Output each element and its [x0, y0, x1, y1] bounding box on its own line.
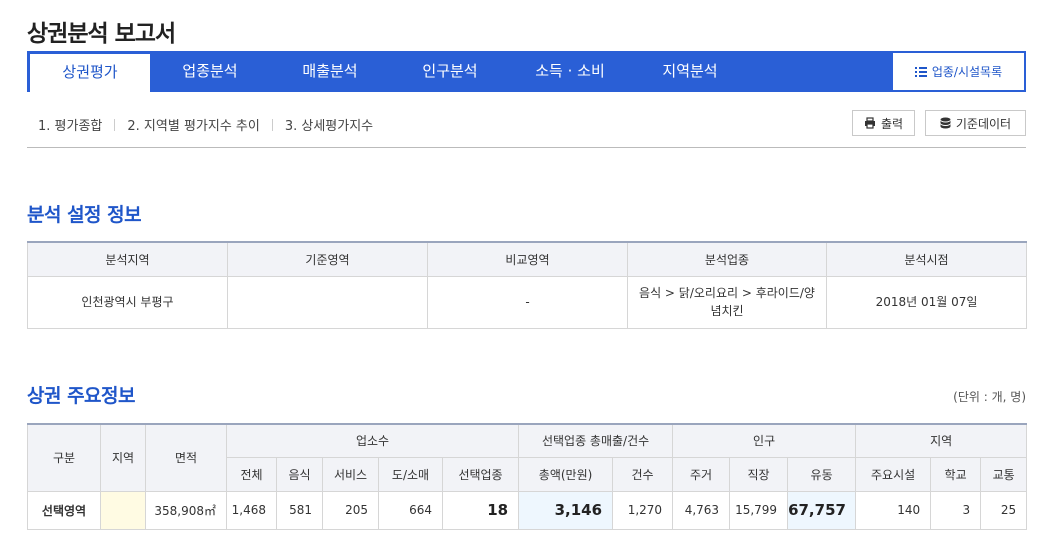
- subheader-retail: 도/소매: [378, 456, 443, 492]
- subheader-service: 서비스: [322, 456, 379, 492]
- settings-value-analysis-industry: 음식 > 닭/오리요리 > 후라이드/양념치킨: [627, 275, 827, 329]
- sub-navigation: 1. 평가종합 2. 지역별 평가지수 추이 3. 상세평가지수: [38, 115, 373, 134]
- row-region: [100, 490, 146, 530]
- database-icon: [940, 117, 951, 128]
- print-button[interactable]: 출력: [852, 110, 915, 136]
- subheader-major-facilities: 주요시설: [855, 456, 932, 492]
- header-population: 인구: [672, 423, 857, 458]
- settings-header-analysis-region: 분석지역: [27, 241, 228, 277]
- tab-income-consumption[interactable]: 소득 · 소비: [510, 51, 630, 92]
- header-selected-sales: 선택업종 총매출/건수: [518, 423, 674, 458]
- settings-section-title: 분석 설정 정보: [27, 204, 142, 226]
- header-district: 지역: [855, 423, 1028, 458]
- value-major-facilities: 140: [855, 490, 932, 530]
- subheader-residential: 주거: [672, 456, 731, 492]
- analysis-settings-table: 분석지역 기준영역 비교영역 분석업종 분석시점 인천광역시 부평구 - 음식 …: [27, 241, 1027, 329]
- divider: [27, 147, 1026, 148]
- value-schools: 3: [930, 490, 982, 530]
- settings-value-analysis-region: 인천광역시 부평구: [27, 275, 228, 329]
- table-row: 선택영역 358,908㎡ 1,468 581 205 664 18 3,146…: [27, 490, 1028, 530]
- tab-population-analysis[interactable]: 인구분석: [390, 51, 510, 92]
- settings-header-analysis-date: 분석시점: [826, 241, 1027, 277]
- subheader-selected-industry: 선택업종: [441, 456, 520, 492]
- subheader-schools: 학교: [930, 456, 982, 492]
- subheader-workplace: 직장: [729, 456, 789, 492]
- facility-list-button[interactable]: 업종/시설목록: [892, 52, 1025, 91]
- subheader-floating: 유동: [787, 456, 857, 492]
- value-workplace: 15,799: [729, 490, 789, 530]
- value-selected-industry: 18: [441, 490, 520, 530]
- value-sales-amount: 3,146: [518, 490, 614, 530]
- header-area: 면적: [145, 423, 227, 492]
- row-area: 358,908㎡: [145, 490, 227, 530]
- list-icon: [914, 66, 927, 77]
- subnav-divider: [271, 118, 273, 131]
- value-transport: 25: [980, 490, 1028, 530]
- row-label: 선택영역: [27, 490, 101, 530]
- major-info-section-title: 상권 주요정보: [27, 385, 136, 407]
- base-data-label: 기준데이터: [955, 116, 1012, 131]
- header-category: 구분: [27, 423, 101, 492]
- value-residential: 4,763: [672, 490, 731, 530]
- subnav-detailed-index[interactable]: 3. 상세평가지수: [285, 115, 373, 134]
- print-label: 출력: [880, 116, 904, 131]
- settings-header-compare-area: 비교영역: [427, 241, 628, 277]
- facility-list-label: 업종/시설목록: [931, 65, 1003, 79]
- value-retail-businesses: 664: [378, 490, 443, 530]
- settings-value-base-area: [227, 275, 428, 329]
- value-food-businesses: 581: [276, 490, 323, 530]
- subheader-sales-amount: 총액(만원): [518, 456, 614, 492]
- tab-commercial-evaluation[interactable]: 상권평가: [30, 54, 150, 92]
- subnav-evaluation-summary[interactable]: 1. 평가종합: [38, 115, 102, 134]
- printer-icon: [864, 117, 875, 129]
- tab-industry-analysis[interactable]: 업종분석: [150, 51, 270, 92]
- page-title: 상권분석 보고서: [27, 21, 176, 47]
- base-data-button[interactable]: 기준데이터: [925, 110, 1026, 136]
- settings-value-compare-area: -: [427, 275, 628, 329]
- settings-header-analysis-industry: 분석업종: [627, 241, 827, 277]
- subnav-regional-index-trend[interactable]: 2. 지역별 평가지수 추이: [127, 115, 259, 134]
- main-tab-bar: 상권평가 업종분석 매출분석 인구분석 소득 · 소비 지역분석 업종/시설목록: [27, 51, 1026, 92]
- value-floating: 67,757: [787, 490, 857, 530]
- subheader-total: 전체: [226, 456, 277, 492]
- value-total-businesses: 1,468: [226, 490, 277, 530]
- tab-region-analysis[interactable]: 지역분석: [630, 51, 750, 92]
- subheader-transport: 교통: [980, 456, 1028, 492]
- value-sales-count: 1,270: [612, 490, 674, 530]
- subheader-sales-count: 건수: [612, 456, 674, 492]
- settings-header-base-area: 기준영역: [227, 241, 428, 277]
- major-info-table: 구분 지역 면적 업소수 선택업종 총매출/건수 인구 지역 전체 음식 서비스…: [27, 423, 1028, 530]
- subnav-divider: [114, 118, 116, 131]
- header-businesses: 업소수: [225, 423, 520, 458]
- header-region: 지역: [100, 423, 146, 492]
- value-service-businesses: 205: [322, 490, 379, 530]
- settings-value-analysis-date: 2018년 01월 07일: [826, 275, 1027, 329]
- unit-note: (단위 : 개, 명): [953, 390, 1026, 404]
- subheader-food: 음식: [276, 456, 323, 492]
- tab-sales-analysis[interactable]: 매출분석: [270, 51, 390, 92]
